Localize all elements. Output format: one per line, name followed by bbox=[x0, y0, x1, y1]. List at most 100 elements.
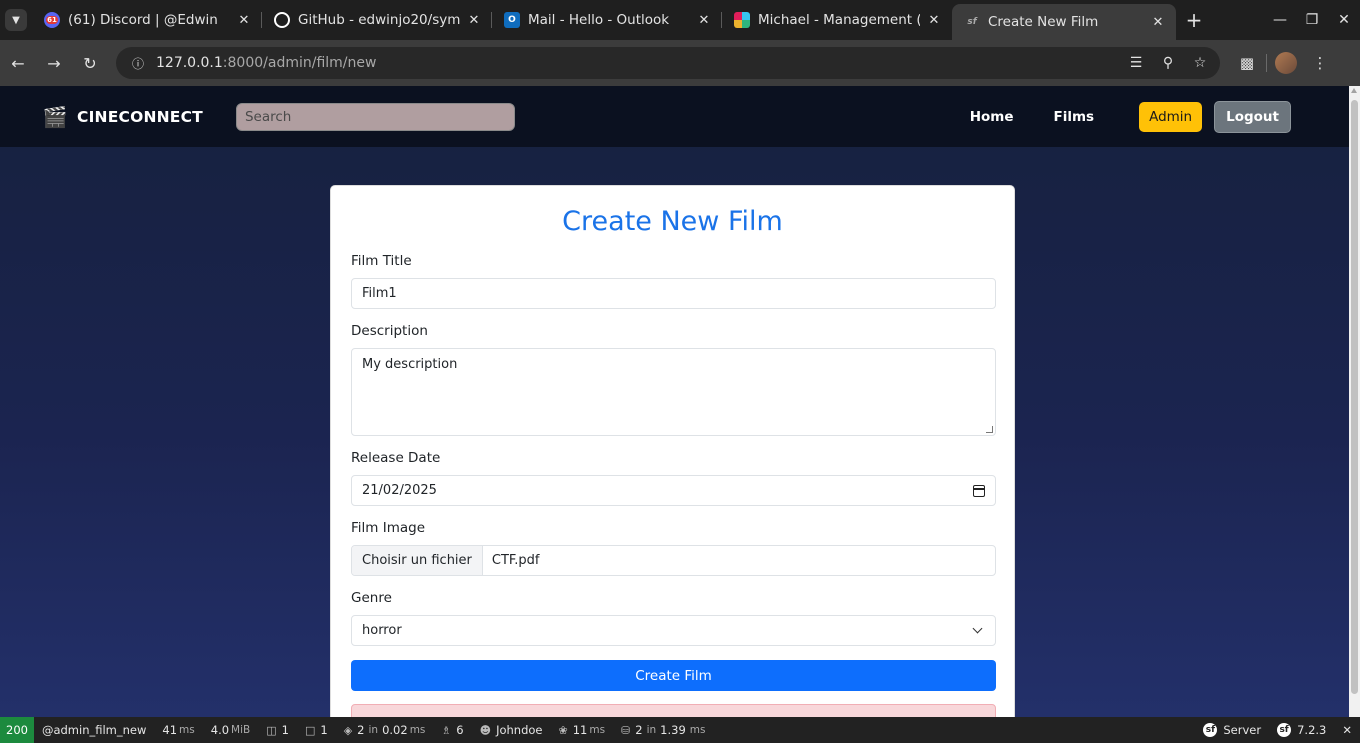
release-date-value: 21/02/2025 bbox=[362, 483, 437, 498]
scrollbar-thumb[interactable] bbox=[1351, 100, 1358, 694]
window-controls: — ❐ ✕ bbox=[1264, 0, 1360, 40]
extensions-icon[interactable]: ▩ bbox=[1230, 46, 1264, 80]
database-icon: ⛁ bbox=[621, 723, 631, 737]
symfony-version[interactable]: sf 7.2.3 bbox=[1269, 717, 1334, 743]
release-date-input[interactable]: 21/02/2025 bbox=[351, 475, 996, 506]
reload-icon[interactable]: ↻ bbox=[72, 45, 108, 81]
url-host: 127.0.0.1 bbox=[156, 55, 223, 71]
tab-title: Create New Film bbox=[988, 14, 1099, 30]
close-toolbar-icon[interactable]: ✕ bbox=[1334, 717, 1360, 743]
brand-name: CINECONNECT bbox=[77, 107, 203, 126]
maximize-icon[interactable]: ❐ bbox=[1296, 0, 1328, 40]
zoom-icon[interactable]: ⚲ bbox=[1156, 51, 1180, 75]
close-icon[interactable]: ✕ bbox=[236, 13, 252, 28]
genre-selected-value: horror bbox=[362, 623, 402, 638]
request-time[interactable]: 41 ms bbox=[154, 717, 202, 743]
status-code-badge[interactable]: 200 bbox=[0, 717, 34, 743]
description-label: Description bbox=[351, 323, 428, 339]
slack-icon bbox=[734, 12, 750, 28]
translate-icon[interactable]: ☰ bbox=[1124, 51, 1148, 75]
discord-icon: 61 bbox=[44, 12, 60, 28]
twig-icon: ❀ bbox=[558, 723, 568, 737]
close-icon[interactable]: ✕ bbox=[1150, 15, 1166, 30]
film-title-label: Film Title bbox=[351, 253, 412, 269]
symfony-debug-toolbar: 200 @admin_film_new 41 ms 4.0 MiB ◫ 1 □ 1 ◈ 2… bbox=[0, 717, 1360, 743]
requests-panel[interactable]: □ 1 bbox=[297, 717, 336, 743]
memory-usage[interactable]: 4.0 MiB bbox=[203, 717, 258, 743]
film-title-value: Film1 bbox=[362, 286, 397, 301]
release-date-label: Release Date bbox=[351, 450, 441, 466]
site-info-icon[interactable]: ⓘ bbox=[124, 51, 152, 75]
choose-file-button[interactable]: Choisir un fichier bbox=[352, 546, 483, 575]
outlook-icon: O bbox=[504, 12, 520, 28]
page-scrollbar[interactable] bbox=[1349, 86, 1360, 717]
site-navbar: 🎬 CINECONNECT Home Films Admin Logout bbox=[0, 86, 1349, 147]
film-image-label: Film Image bbox=[351, 520, 426, 536]
cache-panel[interactable]: ◈ 2 in 0.02 ms bbox=[336, 717, 434, 743]
description-value: My description bbox=[362, 357, 458, 372]
genre-label: Genre bbox=[351, 590, 392, 606]
address-bar[interactable]: ⓘ 127.0.0.1:8000/admin/film/new ☰ ⚲ ☆ bbox=[116, 47, 1220, 79]
bookmark-star-icon[interactable]: ☆ bbox=[1188, 51, 1212, 75]
route-name[interactable]: @admin_film_new bbox=[34, 717, 154, 743]
close-window-icon[interactable]: ✕ bbox=[1328, 0, 1360, 40]
symfony-version-icon: sf bbox=[1277, 723, 1292, 737]
symfony-logo-icon: sf bbox=[1203, 723, 1218, 737]
user-icon: ☻ bbox=[479, 723, 492, 737]
profile-avatar[interactable] bbox=[1275, 52, 1297, 74]
close-icon[interactable]: ✕ bbox=[926, 13, 942, 28]
tab-title: GitHub - edwinjo20/symf bbox=[298, 12, 460, 28]
forms-icon: ◫ bbox=[266, 723, 277, 737]
tab-slack[interactable]: Michael - Management ( ✕ bbox=[722, 0, 952, 40]
database-panel[interactable]: ⛁ 2 in 1.39 ms bbox=[613, 717, 713, 743]
logout-button[interactable]: Logout bbox=[1214, 100, 1291, 133]
twig-panel[interactable]: ❀ 11 ms bbox=[550, 717, 613, 743]
nav-home-link[interactable]: Home bbox=[950, 109, 1034, 125]
brand[interactable]: 🎬 CINECONNECT bbox=[43, 105, 203, 129]
symfony-icon: sf bbox=[967, 17, 977, 27]
search-input[interactable] bbox=[235, 102, 515, 131]
forward-arrow-icon[interactable]: → bbox=[36, 45, 72, 81]
tab-github[interactable]: GitHub - edwinjo20/symf ✕ bbox=[262, 0, 492, 40]
chevron-down-icon: ▼ bbox=[5, 9, 27, 31]
tab-outlook[interactable]: O Mail - Hello - Outlook ✕ bbox=[492, 0, 722, 40]
tab-title: Mail - Hello - Outlook bbox=[528, 12, 670, 28]
page-viewport: 🎬 CINECONNECT Home Films Admin Logout Cr… bbox=[0, 86, 1349, 717]
film-image-file-input[interactable]: Choisir un fichier CTF.pdf bbox=[351, 545, 996, 576]
close-icon[interactable]: ✕ bbox=[466, 13, 482, 28]
description-textarea[interactable]: My description bbox=[351, 348, 996, 436]
genre-select[interactable]: horror bbox=[351, 615, 996, 646]
tab-discord[interactable]: 61 (61) Discord | @Edwin ✕ bbox=[32, 0, 262, 40]
admin-button[interactable]: Admin bbox=[1139, 101, 1203, 132]
tab-title: (61) Discord | @Edwin bbox=[68, 12, 218, 28]
server-panel[interactable]: sf Server bbox=[1195, 717, 1269, 743]
scroll-up-icon[interactable] bbox=[1351, 88, 1357, 93]
minimize-icon[interactable]: — bbox=[1264, 0, 1296, 40]
error-alert bbox=[351, 704, 996, 717]
security-panel[interactable]: ☻ Johndoe bbox=[472, 717, 551, 743]
chevron-down-icon bbox=[972, 623, 983, 634]
tab-create-new-film[interactable]: sf Create New Film ✕ bbox=[952, 4, 1176, 40]
tab-title: Michael - Management ( bbox=[758, 12, 920, 28]
create-film-form: Create New Film Film Title Film1 Descrip… bbox=[330, 185, 1015, 717]
calendar-icon[interactable] bbox=[973, 484, 985, 497]
translate-icon: ♗ bbox=[441, 723, 452, 737]
github-icon bbox=[274, 12, 290, 28]
selected-file-name: CTF.pdf bbox=[491, 553, 540, 568]
tab-search-button[interactable]: ▼ bbox=[0, 0, 32, 40]
film-title-input[interactable]: Film1 bbox=[351, 278, 996, 309]
back-arrow-icon[interactable]: ← bbox=[0, 45, 36, 81]
forms-panel[interactable]: ◫ 1 bbox=[258, 717, 297, 743]
clapperboard-icon: 🎬 bbox=[42, 104, 68, 129]
nav-films-link[interactable]: Films bbox=[1033, 109, 1114, 125]
menu-kebab-icon[interactable]: ⋮ bbox=[1303, 46, 1337, 80]
document-icon: □ bbox=[304, 723, 316, 737]
resize-handle[interactable] bbox=[986, 426, 993, 433]
translation-panel[interactable]: ♗ 6 bbox=[433, 717, 471, 743]
page-title: Create New Film bbox=[562, 206, 783, 237]
layers-icon: ◈ bbox=[343, 723, 353, 737]
browser-tab-strip: ▼ 61 (61) Discord | @Edwin ✕ GitHub - ed… bbox=[0, 0, 1360, 40]
create-film-button[interactable]: Create Film bbox=[351, 660, 996, 691]
new-tab-button[interactable]: + bbox=[1176, 0, 1212, 40]
close-icon[interactable]: ✕ bbox=[696, 13, 712, 28]
